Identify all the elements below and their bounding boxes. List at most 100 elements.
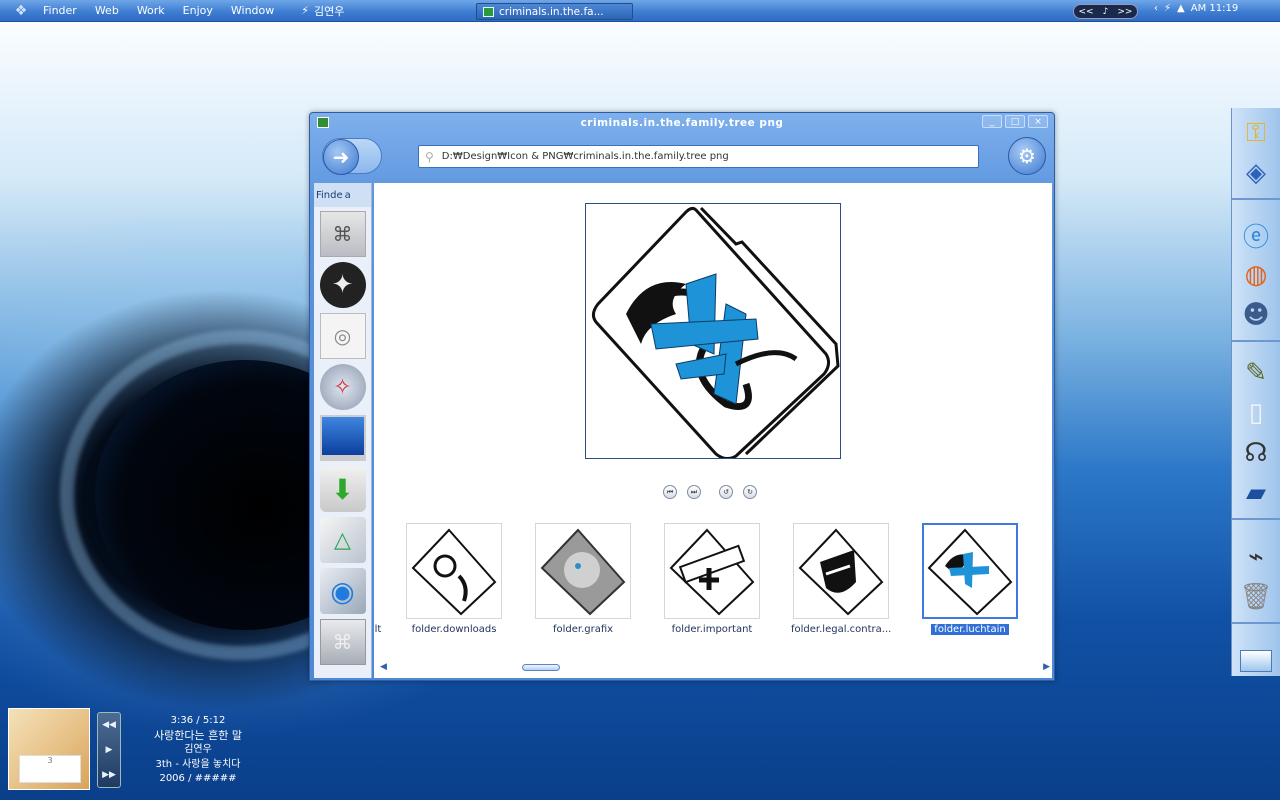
- rotate-left-button[interactable]: ↺: [719, 485, 733, 499]
- user-icon[interactable]: ☻: [1236, 296, 1276, 334]
- folder-important-icon: [669, 528, 755, 616]
- path-text: D:₩Design₩Icon & PNG₩criminals.in.the.fa…: [441, 151, 729, 162]
- fast-forward-icon[interactable]: ▶▶: [102, 770, 116, 780]
- rotate-right-button[interactable]: ↻: [743, 485, 757, 499]
- play-icon[interactable]: ▶: [106, 745, 113, 755]
- prev-track-button[interactable]: <<: [1079, 7, 1094, 17]
- download-arrow-icon[interactable]: ⬇: [319, 466, 366, 512]
- film-reel-icon[interactable]: ✦: [319, 262, 366, 308]
- messenger-tray-icon[interactable]: ⚡: [1164, 3, 1171, 14]
- dock: ⚿ ◈ ⓔ ◍ ☻ ✎ ▯ ☊ ▰ ⌁ 🗑: [1231, 108, 1280, 676]
- thumbnail-label: lt: [374, 624, 382, 635]
- thumbnail-label: folder.important: [671, 624, 753, 635]
- ipod-icon[interactable]: ◎: [319, 313, 366, 359]
- player-controls: ◀◀ ▶ ▶▶: [97, 712, 121, 788]
- taskbar-window-button[interactable]: criminals.in.the.fa...: [476, 3, 633, 20]
- system-tray: ‹ ⚡ ▲ AM 11:19: [1154, 3, 1238, 14]
- thumbnail-image: [406, 523, 502, 619]
- thumbnail-label-text: folder.luchtain: [931, 624, 1009, 635]
- media-controls: << ♪ >>: [1073, 4, 1138, 19]
- desktop-preview-icon[interactable]: [1236, 642, 1276, 680]
- sidebar-tab-finder[interactable]: Finde: [316, 190, 343, 201]
- thumbnail-item-selected[interactable]: folder.luchtain: [920, 523, 1020, 635]
- ipod-white-icon[interactable]: ▯: [1236, 394, 1276, 432]
- windows-logo-icon[interactable]: ❖: [8, 0, 34, 22]
- back-arrow-icon: ➜: [323, 139, 359, 175]
- first-image-button[interactable]: ⏮: [663, 485, 677, 499]
- path-field[interactable]: ⚲ D:₩Design₩Icon & PNG₩criminals.in.the.…: [418, 145, 979, 168]
- thumbnail-label: folder.legal.contra...: [791, 624, 891, 635]
- monitor-icon[interactable]: [319, 415, 366, 461]
- window-app-icon: [317, 117, 329, 128]
- menu-work[interactable]: Work: [128, 4, 174, 17]
- sidebar-tab-a[interactable]: a: [345, 190, 351, 201]
- music-note-icon[interactable]: ♪: [1103, 7, 1109, 17]
- thumbnail-item[interactable]: folder.legal.contra...: [791, 523, 891, 635]
- image-preview[interactable]: [585, 203, 841, 461]
- scanner-icon[interactable]: ▰: [1236, 474, 1276, 512]
- thumbnail-image: [664, 523, 760, 619]
- menu-window[interactable]: Window: [222, 4, 283, 17]
- taskbar-window-label: criminals.in.the.fa...: [499, 5, 604, 18]
- ie-browser-icon[interactable]: ⓔ: [1236, 216, 1276, 254]
- menu-enjoy[interactable]: Enjoy: [174, 4, 222, 17]
- globe-icon[interactable]: ◉: [319, 568, 366, 614]
- trash-icon[interactable]: 🗑: [1236, 578, 1276, 616]
- horizontal-scrollbar[interactable]: ◀ ▶: [374, 659, 1052, 675]
- pen-icon[interactable]: ✎: [1236, 354, 1276, 392]
- thumbnail-image: [922, 523, 1018, 619]
- viewer-controls: ⏮ ⏭ ↺ ↻: [663, 485, 757, 499]
- headphones-icon[interactable]: ☊: [1236, 434, 1276, 472]
- cube-icon[interactable]: ◈: [1236, 154, 1276, 192]
- close-button[interactable]: ×: [1028, 115, 1048, 128]
- album-cover[interactable]: 3: [8, 708, 90, 790]
- drawing-tablet-icon[interactable]: △: [319, 517, 366, 563]
- scroll-left-arrow-icon[interactable]: ◀: [380, 662, 387, 672]
- thumbnail-label: folder.downloads: [411, 624, 497, 635]
- thumbnail-item[interactable]: folder.downloads: [404, 523, 504, 635]
- dock-section: ⚿ ◈: [1232, 108, 1280, 200]
- window-title: criminals.in.the.family.tree png: [580, 117, 784, 129]
- window-titlebar[interactable]: criminals.in.the.family.tree png: [310, 113, 1054, 133]
- thumbnail-item[interactable]: folder.important: [662, 523, 762, 635]
- apple-logo-icon[interactable]: ⌘: [319, 211, 366, 257]
- rewind-icon[interactable]: ◀◀: [102, 720, 116, 730]
- minimize-button[interactable]: _: [982, 115, 1002, 128]
- album-cover-number: 3: [47, 756, 53, 765]
- dock-section: [1232, 636, 1280, 686]
- scroll-right-arrow-icon[interactable]: ▶: [1043, 662, 1050, 672]
- maximize-button[interactable]: □: [1005, 115, 1025, 128]
- safari-compass-icon[interactable]: ✧: [319, 364, 366, 410]
- settings-button[interactable]: ⚙: [1008, 137, 1046, 175]
- last-image-button[interactable]: ⏭: [687, 485, 701, 499]
- thumbnail-image: [793, 523, 889, 619]
- clock[interactable]: AM 11:19: [1191, 3, 1238, 14]
- thumbnail-item[interactable]: folder.grafix: [533, 523, 633, 635]
- dock-section: ✎ ▯ ☊ ▰: [1232, 348, 1280, 520]
- folder-luchtain-icon: [927, 528, 1013, 616]
- scrollbar-thumb[interactable]: [522, 664, 560, 671]
- back-button[interactable]: ➜: [322, 138, 382, 175]
- track-artist: 김연우: [184, 744, 212, 755]
- apple-drive-icon[interactable]: ⌘: [319, 619, 366, 665]
- tray-collapse-icon[interactable]: ‹: [1154, 3, 1158, 14]
- image-viewer-window: criminals.in.the.family.tree png _ □ × ➜…: [309, 112, 1055, 681]
- next-track-button[interactable]: >>: [1117, 7, 1132, 17]
- keys-icon[interactable]: ⚿: [1236, 114, 1276, 152]
- thumbnail-strip: lt folder.downloads folder.grafix folder…: [374, 523, 1052, 648]
- thumbnail-item[interactable]: lt: [364, 523, 392, 635]
- warning-tray-icon[interactable]: ▲: [1177, 3, 1185, 14]
- user-menu[interactable]: ⚡ 김연우: [301, 3, 344, 19]
- sidebar-tabs: Finde a: [314, 183, 371, 207]
- folder-grafix-icon: [540, 528, 626, 616]
- track-year: 2006 / #####: [159, 773, 237, 784]
- usb-drive-icon[interactable]: ⌁: [1236, 538, 1276, 576]
- image-viewer-icon: [483, 6, 494, 17]
- dock-section: ⓔ ◍ ☻: [1232, 210, 1280, 342]
- search-icon: ⚲: [425, 149, 434, 164]
- firefox-icon[interactable]: ◍: [1236, 256, 1276, 294]
- now-playing-info: 3:36 / 5:12 사랑한다는 흔한 말 김연우 3th - 사랑을 놓치다…: [128, 714, 268, 787]
- menu-finder[interactable]: Finder: [34, 4, 86, 17]
- menu-web[interactable]: Web: [86, 4, 128, 17]
- user-name: 김연우: [314, 4, 345, 18]
